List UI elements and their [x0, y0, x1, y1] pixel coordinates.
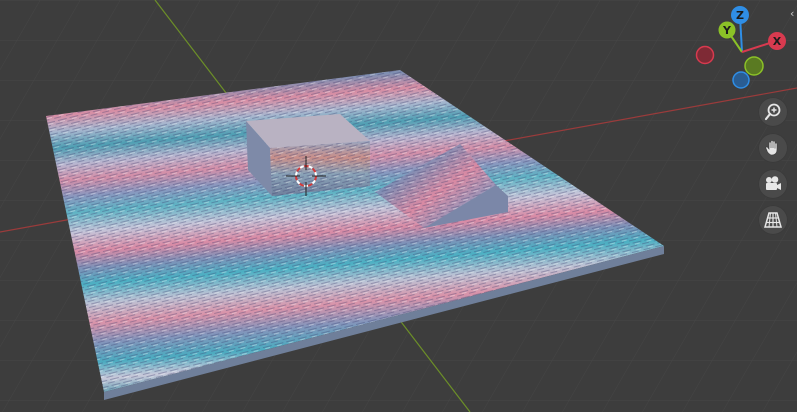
- camera-view-icon: [766, 176, 781, 190]
- y-axis-handle[interactable]: Y: [718, 21, 736, 39]
- y-axis-label: Y: [722, 24, 732, 37]
- z-axis-label: Z: [736, 9, 744, 22]
- x-axis-handle[interactable]: X: [768, 32, 786, 50]
- z-axis-handle[interactable]: Z: [731, 6, 749, 24]
- perspective-grid-icon: [764, 212, 782, 228]
- neg-z-axis-handle[interactable]: [732, 71, 750, 89]
- pan-button[interactable]: [758, 133, 788, 163]
- viewport-scene[interactable]: Z Y X: [0, 0, 797, 412]
- neg-x-axis-handle[interactable]: [695, 45, 715, 65]
- zoom-in-icon: [764, 103, 781, 121]
- neg-y-axis-handle[interactable]: [744, 56, 764, 76]
- projection-toggle-button[interactable]: [758, 205, 788, 235]
- x-axis-label: X: [773, 35, 782, 48]
- hand-pan-icon: [765, 140, 778, 156]
- 3d-viewport[interactable]: Z Y X ‹: [0, 0, 797, 412]
- camera-view-button[interactable]: [758, 169, 788, 199]
- sidebar-toggle-tab[interactable]: ‹: [790, 6, 797, 22]
- cube-object[interactable]: [246, 114, 370, 196]
- zoom-button[interactable]: [758, 97, 788, 127]
